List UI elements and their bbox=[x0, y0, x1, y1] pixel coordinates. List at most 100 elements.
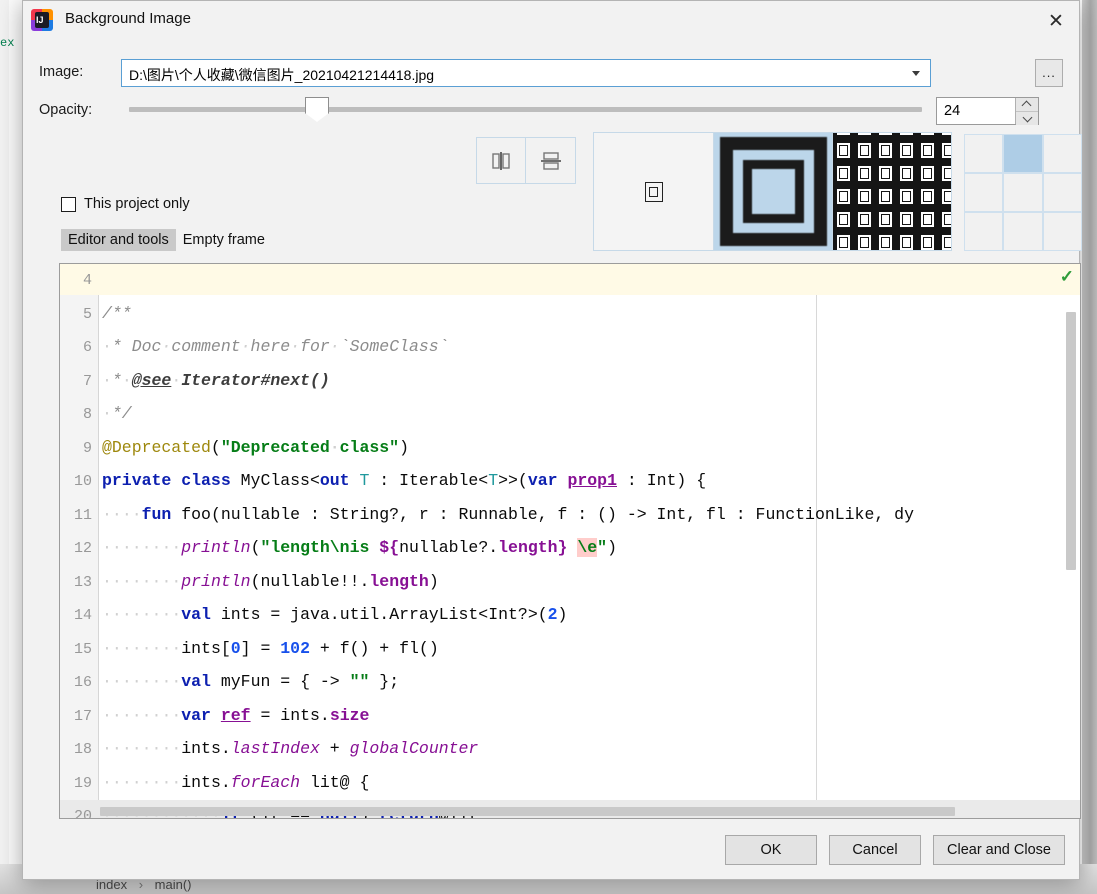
editor-horizontal-scrollbar[interactable] bbox=[100, 807, 955, 816]
fill-mode-center[interactable] bbox=[594, 133, 713, 250]
code-line[interactable]: ········println(nullable!!.length) bbox=[102, 572, 439, 591]
line-number: 4 bbox=[82, 272, 92, 289]
anchor-cell-bottom-center[interactable] bbox=[1003, 212, 1043, 251]
ide-right-scrollbar-strip bbox=[1082, 0, 1097, 894]
image-path-combobox[interactable]: D:\图片\个人收藏\微信图片_20210421214418.jpg bbox=[121, 59, 931, 87]
opacity-slider-thumb[interactable] bbox=[304, 97, 330, 123]
tile-unit bbox=[938, 162, 951, 185]
anchor-cell-bottom-right[interactable] bbox=[1042, 212, 1082, 251]
editor-vertical-scrollbar[interactable] bbox=[1066, 312, 1076, 570]
tab-empty-frame[interactable]: Empty frame bbox=[176, 229, 272, 251]
anchor-cell-top-left[interactable] bbox=[964, 134, 1004, 173]
cancel-button[interactable]: Cancel bbox=[829, 835, 921, 865]
tile-unit bbox=[917, 139, 938, 162]
tile-unit bbox=[917, 185, 938, 208]
line-number: 9 bbox=[82, 439, 92, 457]
code-line[interactable]: ········var ref = ints.size bbox=[102, 706, 369, 725]
mirror-vertical-button[interactable] bbox=[526, 137, 576, 184]
opacity-value: 24 bbox=[944, 103, 961, 119]
line-number: 7 bbox=[82, 372, 92, 390]
anchor-cell-middle-right[interactable] bbox=[1042, 173, 1082, 212]
dialog-titlebar: IJ Background Image ✕ bbox=[23, 1, 1079, 41]
tile-unit bbox=[833, 231, 854, 250]
background-image-dialog: IJ Background Image ✕ Image: D:\图片\个人收藏\… bbox=[22, 0, 1082, 880]
line-number: 17 bbox=[73, 707, 92, 725]
chevron-down-icon[interactable] bbox=[903, 61, 929, 85]
line-number: 15 bbox=[73, 640, 92, 658]
line-number: 10 bbox=[73, 473, 92, 490]
spinner-up-icon[interactable] bbox=[1016, 98, 1038, 112]
code-line[interactable]: ·* Doc·comment·here·for·`SomeClass` bbox=[102, 337, 449, 356]
anchor-cell-top-right[interactable] bbox=[1042, 134, 1082, 173]
tile-unit bbox=[917, 162, 938, 185]
opacity-spinner[interactable]: 24 bbox=[936, 97, 1039, 125]
this-project-only-checkbox[interactable] bbox=[61, 196, 76, 212]
inspection-ok-check-icon[interactable]: ✓ bbox=[1060, 267, 1074, 287]
ok-button[interactable]: OK bbox=[725, 835, 817, 865]
code-line[interactable]: ········val myFun = { -> "" }; bbox=[102, 672, 399, 691]
code-line[interactable]: /** bbox=[102, 304, 132, 323]
opacity-spinner-buttons[interactable] bbox=[1015, 98, 1038, 125]
this-project-only-row[interactable]: This project only bbox=[61, 196, 190, 212]
anchor-cell-middle-center[interactable] bbox=[1003, 173, 1043, 212]
code-line[interactable]: ········ints.forEach lit@ { bbox=[102, 773, 369, 792]
fill-tile-icon bbox=[833, 133, 951, 250]
tile-unit bbox=[896, 231, 917, 250]
anchor-cell-top-center[interactable] bbox=[1003, 134, 1043, 173]
code-line[interactable]: ········val ints = java.util.ArrayList<I… bbox=[102, 605, 567, 624]
code-line[interactable]: private class MyClass<out T : Iterable<T… bbox=[102, 471, 706, 490]
close-button[interactable]: ✕ bbox=[1033, 1, 1079, 41]
tile-unit bbox=[917, 231, 938, 250]
opacity-label: Opacity: bbox=[39, 102, 93, 118]
anchor-position-grid bbox=[964, 134, 1082, 251]
line-number: 13 bbox=[73, 573, 92, 591]
line-number: 19 bbox=[73, 774, 92, 792]
tile-unit bbox=[896, 162, 917, 185]
tile-unit bbox=[896, 139, 917, 162]
fill-mode-scale[interactable] bbox=[713, 133, 832, 250]
browse-button[interactable]: ... bbox=[1035, 59, 1063, 87]
mirror-horizontal-button[interactable] bbox=[476, 137, 526, 184]
mirror-toggle-group bbox=[476, 137, 576, 184]
tile-unit bbox=[875, 231, 896, 250]
spinner-down-icon[interactable] bbox=[1016, 112, 1038, 125]
editor-preview[interactable]: 4 5 /** 6 ·* Doc·comment·here·for·`SomeClass… bbox=[59, 263, 1081, 819]
line-number: 11 bbox=[73, 506, 92, 524]
image-path-value: D:\图片\个人收藏\微信图片_20210421214418.jpg bbox=[129, 67, 435, 83]
mirror-vertical-icon bbox=[540, 151, 561, 170]
tile-unit bbox=[833, 139, 854, 162]
anchor-cell-middle-left[interactable] bbox=[964, 173, 1004, 212]
fill-mode-preview-strip bbox=[593, 132, 952, 251]
ide-left-editor-strip bbox=[9, 0, 22, 894]
code-line[interactable]: ····fun foo(nullable : String?, r : Runn… bbox=[102, 505, 914, 524]
ide-code-fragment-left: ex bbox=[0, 36, 15, 50]
code-line[interactable]: @Deprecated("Deprecated·class") bbox=[102, 438, 409, 457]
code-line[interactable]: ········ints.lastIndex + globalCounter bbox=[102, 739, 478, 758]
line-number: 12 bbox=[73, 540, 92, 557]
tile-unit bbox=[854, 162, 875, 185]
code-line[interactable]: ·*/ bbox=[102, 404, 132, 423]
tab-editor-and-tools[interactable]: Editor and tools bbox=[61, 229, 176, 251]
line-number: 20 bbox=[73, 808, 92, 819]
line-number: 18 bbox=[73, 741, 92, 758]
tile-unit bbox=[875, 208, 896, 231]
line-number: 16 bbox=[73, 674, 92, 691]
code-line[interactable]: ········println("length\nis ${nullable?.… bbox=[102, 538, 617, 557]
code-line[interactable]: ·*·@see·Iterator#next() bbox=[102, 371, 330, 390]
tile-unit bbox=[938, 185, 951, 208]
dialog-button-bar: OK Cancel Clear and Close bbox=[23, 821, 1079, 879]
line-number: 6 bbox=[82, 339, 92, 356]
fill-mode-tile[interactable] bbox=[832, 133, 951, 250]
code-line[interactable]: ········ints[0] = 102 + f() + fl() bbox=[102, 639, 439, 658]
tile-unit bbox=[896, 185, 917, 208]
tile-unit bbox=[833, 162, 854, 185]
tile-unit bbox=[938, 139, 951, 162]
tile-unit bbox=[854, 208, 875, 231]
anchor-cell-bottom-left[interactable] bbox=[964, 212, 1004, 251]
opacity-slider[interactable] bbox=[129, 107, 922, 112]
clear-and-close-button[interactable]: Clear and Close bbox=[933, 835, 1065, 865]
tile-unit bbox=[854, 231, 875, 250]
fill-scale-icon bbox=[720, 137, 827, 246]
tile-unit bbox=[938, 208, 951, 231]
line-number: 5 bbox=[82, 305, 92, 323]
